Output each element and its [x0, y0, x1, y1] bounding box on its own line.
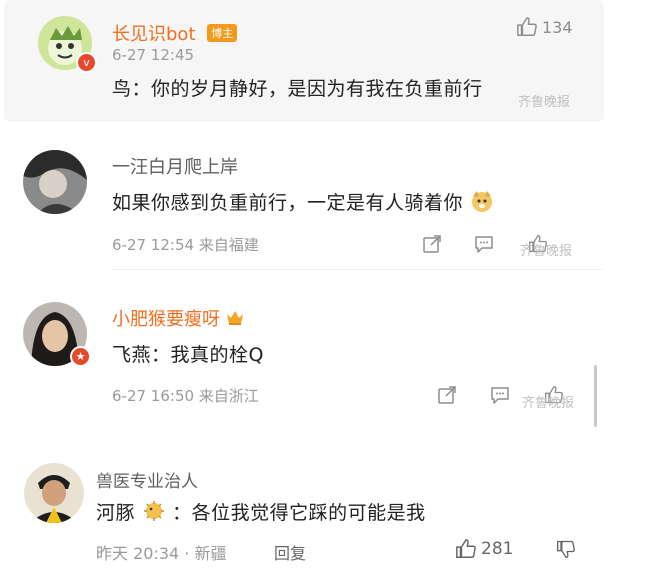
- comment-time-location: 昨天 20:34 · 新疆: [96, 544, 227, 563]
- verified-icon: v: [76, 52, 97, 73]
- pufferfish-emoji-icon: [142, 500, 166, 522]
- like-button[interactable]: 134: [516, 16, 573, 38]
- comment-text: 如果你感到负重前行，一定是有人骑着你: [112, 188, 494, 215]
- doge-emoji-icon: [470, 190, 494, 212]
- commenter-name[interactable]: 兽医专业治人: [96, 467, 198, 492]
- like-count: 134: [542, 17, 573, 37]
- reply-button[interactable]: 回复: [274, 540, 306, 564]
- like-count: 281: [481, 539, 514, 559]
- avatar[interactable]: [24, 463, 84, 523]
- watermark: 齐鲁晚报: [518, 95, 571, 110]
- verified-icon: ★: [70, 346, 91, 367]
- thumbs-up-icon: [517, 17, 537, 36]
- avatar[interactable]: [23, 150, 87, 214]
- comment-text: 飞燕：我真的栓Q: [112, 344, 264, 366]
- commenter-name[interactable]: 长见识bot 博主: [112, 20, 238, 46]
- comment-time-location: 6-27 12:54 来自福建: [112, 236, 259, 254]
- watermark: 齐鲁晚报: [520, 244, 573, 259]
- comment-time: 6-27 12:45: [112, 46, 195, 64]
- thumbs-up-icon: [456, 539, 476, 558]
- comment-icon[interactable]: [474, 234, 494, 254]
- watermark: 齐鲁晚报: [522, 396, 575, 411]
- share-icon[interactable]: [422, 234, 442, 254]
- like-button[interactable]: 281: [455, 538, 513, 560]
- comment-text: 鸟：你的岁月静好，是因为有我在负重前行: [112, 78, 483, 100]
- commenter-name[interactable]: 一汪白月爬上岸: [112, 153, 238, 179]
- share-icon[interactable]: [437, 385, 457, 405]
- scrollbar[interactable]: [594, 365, 597, 427]
- comment-text: 河豚 ：各位我觉得它踩的可能是我: [96, 500, 426, 524]
- thumbs-down-icon[interactable]: [556, 539, 576, 559]
- comment-time-location: 6-27 16:50 来自浙江: [112, 387, 259, 405]
- crown-icon: [226, 310, 244, 326]
- commenter-name[interactable]: 小肥猴要瘦呀: [112, 305, 244, 331]
- blogger-badge: 博主: [207, 24, 238, 42]
- divider: [112, 269, 602, 270]
- comment-icon[interactable]: [490, 385, 510, 405]
